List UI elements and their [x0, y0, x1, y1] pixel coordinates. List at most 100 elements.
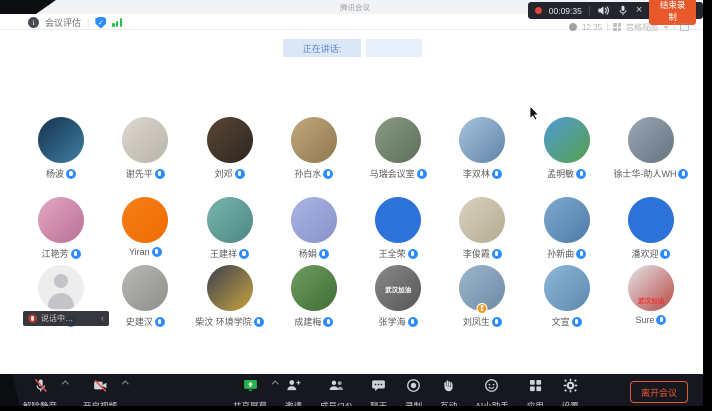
participant-tile[interactable]: Yiran	[103, 197, 187, 260]
participant-tile[interactable]: 文宣	[525, 265, 609, 328]
leave-meeting-button[interactable]: 离开会议	[630, 381, 688, 403]
participant-name-row: 文宣	[552, 315, 582, 328]
bottom-toolbar: 解除静音 开启视频 共享屏幕 邀请 成员(24)	[0, 374, 703, 406]
collapse-chevron-icon[interactable]: ‹	[101, 314, 104, 323]
network-signal-icon[interactable]	[112, 18, 122, 27]
audio-connected-icon	[66, 169, 76, 179]
record-button[interactable]: 录制	[398, 377, 429, 406]
close-icon[interactable]: ×	[636, 5, 642, 16]
settings-icon	[562, 377, 579, 399]
participant-tile[interactable]: 孙白水	[272, 117, 356, 180]
participant-name-row: 杨娟	[299, 247, 329, 260]
participant-name-row: 李双林	[463, 167, 502, 180]
audio-connected-icon	[656, 315, 666, 325]
avatar	[38, 265, 84, 311]
info-icon[interactable]: i	[28, 17, 39, 28]
recording-dot	[535, 7, 542, 14]
speaking-banner-label: 正在讲话:	[283, 39, 361, 57]
audio-connected-icon	[417, 169, 427, 179]
participant-name-row: 孙白水	[294, 167, 333, 180]
audio-connected-icon	[576, 169, 586, 179]
avatar: 欢迎	[628, 197, 674, 243]
apps-button[interactable]: 应用	[520, 377, 551, 406]
participant-tile[interactable]: 柴汶 环境学院	[188, 265, 272, 328]
participant-name: 李双林	[463, 167, 490, 180]
avatar	[544, 265, 590, 311]
avatar-caption: 武汉加油	[628, 295, 674, 305]
participant-name-row: Yiran	[129, 247, 162, 257]
unmute-button[interactable]: 解除静音	[16, 377, 64, 406]
participant-row: 杨波 谢先平 刘邓 孙白水 马瑞会议室 李双林	[19, 117, 693, 180]
participant-tile[interactable]: 史建汉	[103, 265, 187, 328]
toolbar-center-group: 共享屏幕 邀请 成员(24) 聊天 录制 互动	[226, 377, 586, 406]
participant-tile[interactable]: 李双林	[440, 117, 524, 180]
audio-connected-icon	[576, 249, 586, 259]
participant-tile[interactable]: 徐士华-助人WH	[609, 117, 693, 180]
shield-check-icon[interactable]: ✓	[95, 17, 106, 29]
speaker-icon[interactable]	[597, 4, 610, 17]
mic-icon[interactable]	[617, 4, 629, 17]
participant-tile[interactable]: 成建梅	[272, 265, 356, 328]
participant-tile[interactable]: 欢迎 潘欢迎	[609, 197, 693, 260]
participant-name-row: 刘邓	[215, 167, 245, 180]
participant-tile[interactable]: 刘邓	[188, 117, 272, 180]
ai-assistant-icon	[483, 377, 500, 399]
start-video-button[interactable]: 开启视频	[76, 377, 124, 406]
avatar	[122, 117, 168, 163]
avatar	[459, 117, 505, 163]
audio-connected-icon	[492, 169, 502, 179]
participant-name: 刘凤生	[463, 315, 490, 328]
view-mode-label[interactable]: 宫格视图	[626, 22, 658, 33]
audio-connected-icon	[408, 249, 418, 259]
participant-name-row: 江艳芳	[41, 247, 80, 260]
audio-connected-icon	[678, 169, 688, 179]
participant-row: 江艳芳 Yiran 王建祥 杨娟 全荣 王全荣 李俊	[19, 197, 693, 260]
participant-tile[interactable]: 孙新曲	[525, 197, 609, 260]
grid-view-icon[interactable]	[613, 23, 621, 31]
ai-assistant-button[interactable]: AI小助手	[468, 377, 516, 406]
interact-button[interactable]: 互动	[433, 377, 464, 406]
participant-tile[interactable]: 王建祥	[188, 197, 272, 260]
settings-button[interactable]: 设置	[555, 377, 586, 406]
participant-name: 成建梅	[294, 315, 321, 328]
participant-tile[interactable]: 江艳芳	[19, 197, 103, 260]
fullscreen-icon[interactable]	[680, 23, 689, 31]
participant-tile[interactable]: 杨娟	[272, 197, 356, 260]
raised-hand-icon	[477, 303, 488, 314]
participant-name-row: 成建梅	[294, 315, 333, 328]
caret-up-icon[interactable]	[122, 381, 128, 387]
speaking-toast[interactable]: 说话中… ‹	[23, 311, 109, 326]
invite-button[interactable]: 邀请	[278, 377, 309, 406]
members-button[interactable]: 成员(24)	[313, 377, 359, 406]
participant-tile[interactable]: 武汉加油 Sure	[609, 265, 693, 328]
mic-muted-icon	[28, 314, 37, 323]
caret-down-icon[interactable]	[663, 26, 669, 29]
avatar	[544, 197, 590, 243]
participant-name: 孙新曲	[547, 247, 574, 260]
participant-tile[interactable]: 孟明敏	[525, 117, 609, 180]
caret-up-icon[interactable]	[62, 381, 68, 387]
participant-tile[interactable]: 谢先平	[103, 117, 187, 180]
chat-button[interactable]: 聊天	[363, 377, 394, 406]
participant-name: 江艳芳	[41, 247, 68, 260]
caret-up-icon[interactable]	[272, 381, 278, 387]
participant-tile[interactable]: 刘凤生	[440, 265, 524, 328]
participant-tile[interactable]: 李俊霞	[440, 197, 524, 260]
participant-tile[interactable]: 全荣 王全荣	[356, 197, 440, 260]
avatar: 武汉加油	[375, 265, 421, 311]
participant-tile[interactable]: 马瑞会议室	[356, 117, 440, 180]
audio-connected-icon	[319, 249, 329, 259]
elapsed-time: 12:35	[582, 23, 602, 32]
participant-name: 张学海	[379, 315, 406, 328]
participant-tile[interactable]: 武汉加油 张学海	[356, 265, 440, 328]
share-screen-button[interactable]: 共享屏幕	[226, 377, 274, 406]
avatar	[207, 117, 253, 163]
apps-icon	[527, 377, 544, 399]
participant-tile[interactable]: 杨波	[19, 117, 103, 180]
participant-name: 徐士华-助人WH	[613, 167, 676, 180]
participant-name-row: 王全荣	[379, 247, 418, 260]
toolbar-left-group: 解除静音 开启视频	[16, 377, 124, 406]
audio-connected-icon	[660, 249, 670, 259]
avatar	[459, 265, 505, 311]
meeting-evaluation-link[interactable]: 会议评估	[45, 16, 81, 29]
